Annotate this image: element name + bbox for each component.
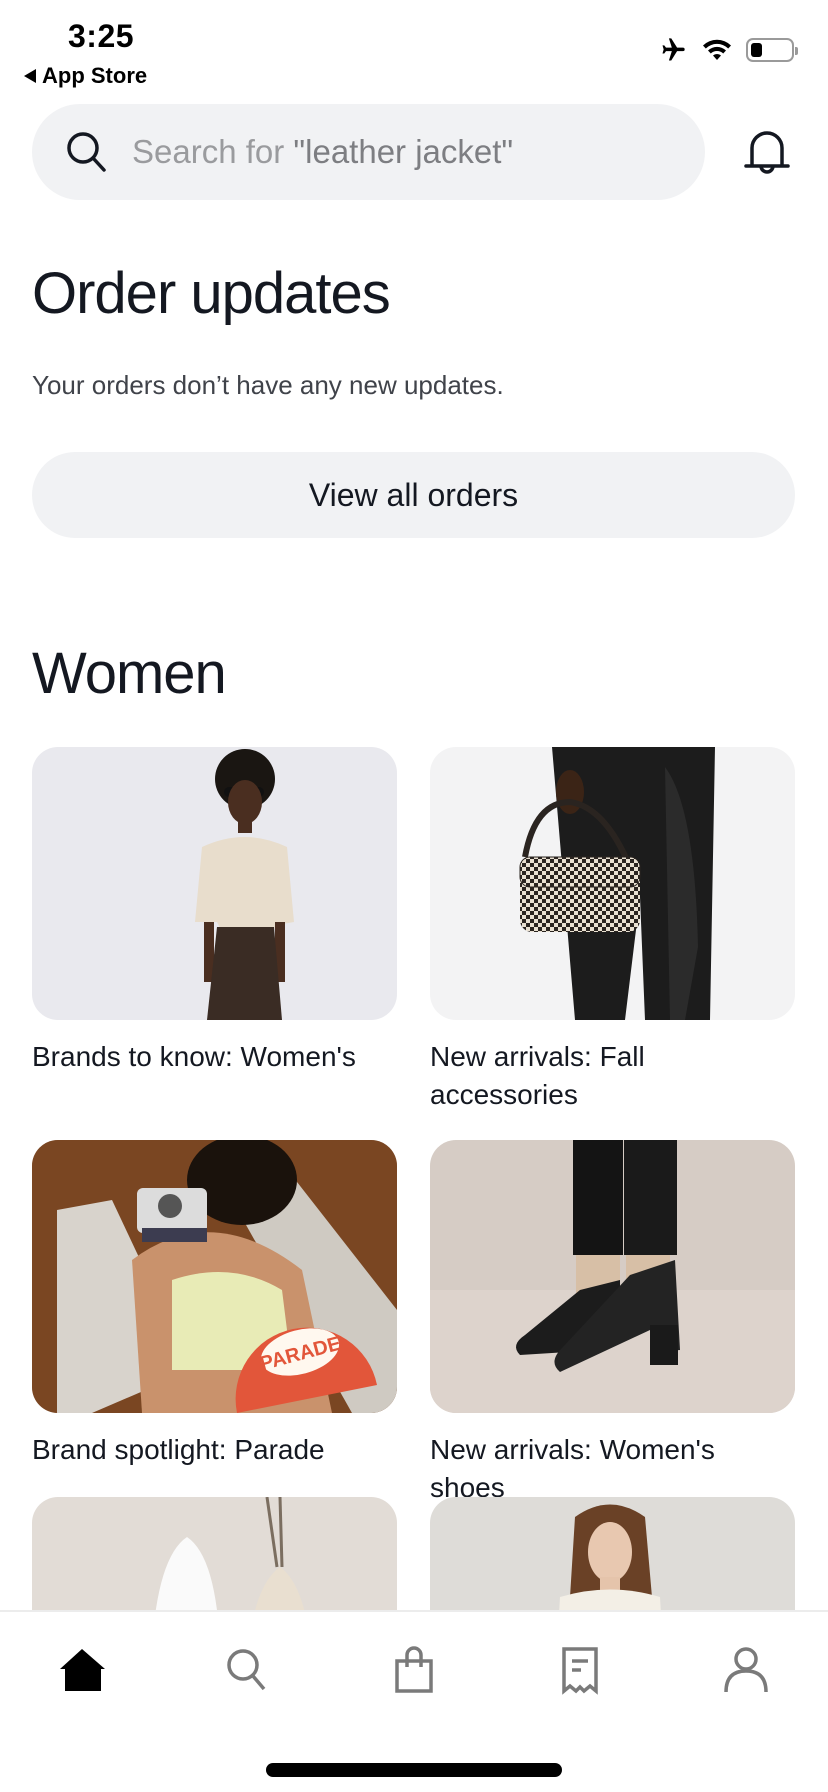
collection-card[interactable]: New arrivals: Fall accessories: [430, 747, 795, 1114]
tab-search[interactable]: [218, 1642, 278, 1698]
card-image-black-ankle-boots: [430, 1140, 795, 1413]
back-to-app-store[interactable]: App Store: [24, 63, 147, 89]
back-arrow-icon: [24, 69, 36, 83]
search-icon: [67, 132, 106, 172]
order-updates-title: Order updates: [32, 261, 391, 326]
collection-card[interactable]: PARADE Brand spotlight: Parade: [32, 1140, 397, 1469]
tab-home[interactable]: [52, 1642, 112, 1698]
card-label: New arrivals: Women's shoes: [430, 1434, 715, 1503]
home-indicator[interactable]: [266, 1763, 562, 1777]
collection-card[interactable]: Brands to know: Women's: [32, 747, 397, 1076]
battery-level: [751, 43, 763, 57]
women-section-title: Women: [32, 641, 227, 706]
tab-account[interactable]: [716, 1642, 776, 1698]
battery-icon: [746, 38, 798, 62]
notifications-bell-icon[interactable]: [744, 128, 790, 180]
card-image-parade-spotlight: PARADE: [32, 1140, 397, 1413]
tab-bag[interactable]: [384, 1642, 444, 1698]
tab-orders[interactable]: [550, 1642, 610, 1698]
status-time: 3:25: [68, 18, 135, 54]
card-label: Brand spotlight: Parade: [32, 1434, 325, 1465]
order-updates-message: Your orders don’t have any new updates.: [32, 370, 504, 400]
receipt-icon: [562, 1647, 598, 1695]
shopping-bag-icon: [395, 1646, 433, 1693]
search-input[interactable]: Search for "leather jacket": [32, 104, 705, 200]
back-label: App Store: [42, 63, 148, 88]
card-label: New arrivals: Fall accessories: [430, 1041, 645, 1110]
home-icon: [60, 1649, 105, 1691]
card-label: Brands to know: Women's: [32, 1041, 356, 1072]
collection-card[interactable]: New arrivals: Women's shoes: [430, 1140, 795, 1507]
search-placeholder: Search for "leather jacket": [132, 133, 514, 170]
card-image-houndstooth-handbag: [430, 747, 795, 1020]
wifi-icon: [703, 39, 731, 60]
person-icon: [724, 1647, 768, 1693]
card-image-model-beige-top: [32, 747, 397, 1020]
view-all-orders-button[interactable]: View all orders: [32, 452, 795, 538]
search-icon: [227, 1649, 266, 1691]
airplane-mode-icon: [662, 38, 685, 61]
status-icons: [658, 36, 798, 64]
